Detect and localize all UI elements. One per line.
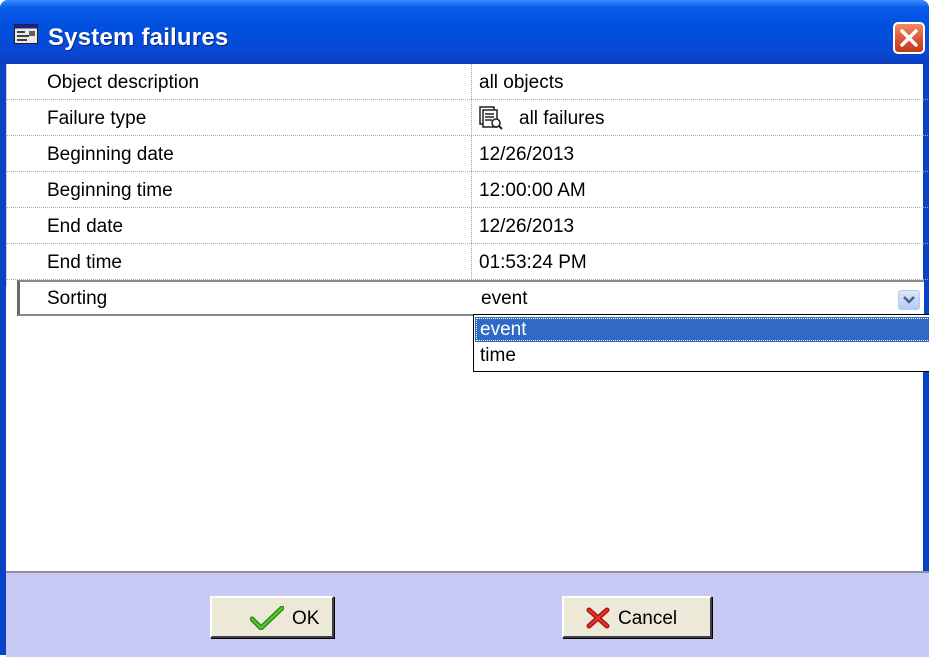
property-row-end-time[interactable]: End time 01:53:24 PM	[7, 244, 929, 280]
property-value-cell[interactable]: 12/26/2013	[473, 136, 929, 171]
property-row-object-description[interactable]: Object description all objects	[7, 64, 929, 100]
property-label: Object description	[47, 72, 200, 93]
property-label-cell: End date	[17, 208, 472, 243]
title-bar[interactable]: System failures	[0, 0, 929, 64]
property-value-cell[interactable]: 01:53:24 PM	[473, 244, 929, 279]
property-label: End date	[47, 216, 124, 237]
property-value: all failures	[519, 108, 605, 129]
property-label-cell: Sorting	[17, 280, 473, 316]
property-label: Beginning time	[47, 180, 173, 201]
property-label-cell: Failure type	[17, 100, 472, 135]
property-value: 12:00:00 AM	[479, 180, 586, 201]
checkmark-icon	[250, 606, 284, 630]
dropdown-option-time[interactable]: time	[475, 343, 929, 368]
property-label-cell: Object description	[17, 64, 472, 99]
property-row-beginning-time[interactable]: Beginning time 12:00:00 AM	[7, 172, 929, 208]
dropdown-option-event[interactable]: event	[475, 317, 929, 342]
property-value: all objects	[479, 72, 564, 93]
property-value: 01:53:24 PM	[479, 252, 587, 273]
property-grid: Object description all objects Failure t…	[6, 64, 929, 316]
cancel-button-label: Cancel	[618, 608, 678, 629]
property-value: 12/26/2013	[479, 216, 575, 237]
option-label: event	[480, 319, 527, 340]
sorting-dropdown-list: event time	[473, 314, 929, 372]
property-label: Failure type	[47, 108, 147, 129]
property-label: Beginning date	[47, 144, 174, 165]
property-label-cell: Beginning date	[17, 136, 472, 171]
window-title: System failures	[48, 24, 229, 51]
ok-button[interactable]: OK	[210, 596, 334, 638]
close-button[interactable]	[893, 22, 925, 54]
property-value-cell[interactable]: all failures	[473, 100, 929, 135]
sorting-combobox[interactable]: event	[473, 280, 924, 316]
property-row-sorting[interactable]: Sorting event	[7, 280, 929, 316]
chevron-down-icon	[903, 296, 915, 304]
button-bar: OK Cancel	[6, 571, 929, 657]
dialog-client-area: Object description all objects Failure t…	[6, 64, 929, 657]
property-row-end-date[interactable]: End date 12/26/2013	[7, 208, 929, 244]
dialog-window: System failures Object description all o…	[0, 0, 929, 657]
property-label-cell: End time	[17, 244, 472, 279]
sorting-current-value: event	[481, 288, 528, 309]
cross-icon	[586, 607, 610, 629]
property-label: Sorting	[47, 288, 108, 309]
property-value-cell[interactable]: 12/26/2013	[473, 208, 929, 243]
property-row-failure-type[interactable]: Failure type all failures	[7, 100, 929, 136]
dropdown-button[interactable]	[898, 290, 920, 310]
property-value-cell[interactable]: all objects	[473, 64, 929, 99]
property-value: 12/26/2013	[479, 144, 575, 165]
property-label-cell: Beginning time	[17, 172, 472, 207]
close-icon	[900, 29, 918, 47]
window-app-icon	[14, 24, 38, 44]
ok-button-label: OK	[292, 608, 320, 629]
failures-list-icon	[479, 106, 503, 130]
property-value-cell[interactable]: 12:00:00 AM	[473, 172, 929, 207]
property-row-beginning-date[interactable]: Beginning date 12/26/2013	[7, 136, 929, 172]
cancel-button[interactable]: Cancel	[562, 596, 712, 638]
property-label: End time	[47, 252, 122, 273]
option-label: time	[480, 345, 516, 366]
